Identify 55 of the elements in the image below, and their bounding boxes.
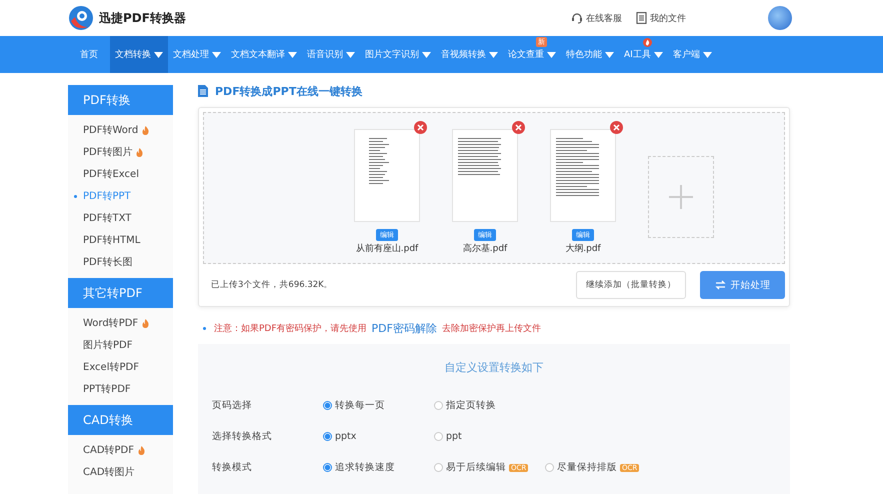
radio-button[interactable] bbox=[545, 463, 554, 472]
sidebar-item[interactable]: PPT转PDF bbox=[68, 378, 173, 400]
logo-text: 迅捷PDF转换器 bbox=[99, 10, 186, 26]
upload-summary: 已上传3个文件，共696.32K。 bbox=[211, 279, 333, 291]
radio-option[interactable]: 转换每一页 bbox=[323, 399, 434, 412]
setting-label: 转换模式 bbox=[212, 461, 253, 474]
radio-option[interactable]: pptx bbox=[323, 431, 434, 442]
add-file-tile[interactable] bbox=[648, 156, 714, 238]
swap-icon bbox=[714, 280, 726, 290]
notice-text: 注意：如果PDF有密码保护，请先使用 bbox=[214, 322, 367, 335]
sidebar-item[interactable]: PDF转HTML bbox=[68, 229, 173, 251]
sidebar-heading: CAD转换 bbox=[68, 405, 173, 435]
radio-button[interactable] bbox=[434, 432, 443, 441]
document-icon bbox=[198, 85, 208, 97]
sidebar-item[interactable]: PDF转Word bbox=[68, 119, 173, 141]
radio-button[interactable] bbox=[323, 401, 332, 410]
sidebar-item[interactable]: Word转PDF bbox=[68, 312, 173, 334]
settings-title: 自定义设置转换如下 bbox=[444, 360, 544, 376]
close-icon[interactable] bbox=[414, 121, 427, 134]
setting-label: 选择转换格式 bbox=[212, 430, 273, 443]
close-icon[interactable] bbox=[610, 121, 623, 134]
sidebar-item[interactable]: 图片转PDF bbox=[68, 334, 173, 356]
radio-option[interactable]: 追求转换速度 bbox=[323, 461, 434, 474]
file-name: 大纲.pdf bbox=[565, 242, 601, 255]
radio-option[interactable]: ppt bbox=[434, 431, 545, 442]
plus-icon bbox=[669, 185, 693, 209]
sidebar-item[interactable]: PDF转TXT bbox=[68, 207, 173, 229]
add-more-button[interactable]: 继续添加（批量转换） bbox=[576, 271, 686, 299]
sidebar-heading: 其它转PDF bbox=[68, 278, 173, 308]
sidebar-item[interactable]: PDF转长图 bbox=[68, 251, 173, 273]
setting-label: 页码选择 bbox=[212, 399, 253, 412]
radio-button[interactable] bbox=[323, 432, 332, 441]
notice-text: 去除加密保护再上传文件 bbox=[442, 322, 541, 335]
headset-icon bbox=[571, 12, 583, 24]
file-name: 高尔基.pdf bbox=[462, 242, 508, 255]
header-link[interactable]: 我的文件 bbox=[636, 12, 686, 24]
header-link[interactable]: 在线客服 bbox=[571, 12, 622, 24]
page-title: PDF转换成PPT在线一键转换 bbox=[215, 84, 362, 98]
document-icon bbox=[636, 12, 647, 24]
close-icon[interactable] bbox=[512, 121, 525, 134]
sidebar-item[interactable]: CAD转PDF bbox=[68, 439, 173, 461]
radio-option[interactable]: 指定页转换 bbox=[434, 399, 545, 412]
avatar[interactable] bbox=[768, 6, 792, 30]
nav-tab[interactable]: 文档转换 bbox=[110, 36, 168, 73]
logo-icon bbox=[68, 5, 94, 31]
radio-button[interactable] bbox=[434, 401, 443, 410]
sidebar-heading: PDF转换 bbox=[68, 85, 173, 115]
radio-button[interactable] bbox=[434, 463, 443, 472]
file-name: 从前有座山.pdf bbox=[356, 242, 418, 255]
sidebar-item[interactable]: Excel转PDF bbox=[68, 356, 173, 378]
sidebar-item[interactable]: PDF转图片 bbox=[68, 141, 173, 163]
radio-button[interactable] bbox=[323, 463, 332, 472]
sidebar-item[interactable]: PDF转Excel bbox=[68, 163, 173, 185]
password-remove-link[interactable]: PDF密码解除 bbox=[372, 321, 437, 336]
sidebar-item[interactable]: CAD转图片 bbox=[68, 461, 173, 483]
